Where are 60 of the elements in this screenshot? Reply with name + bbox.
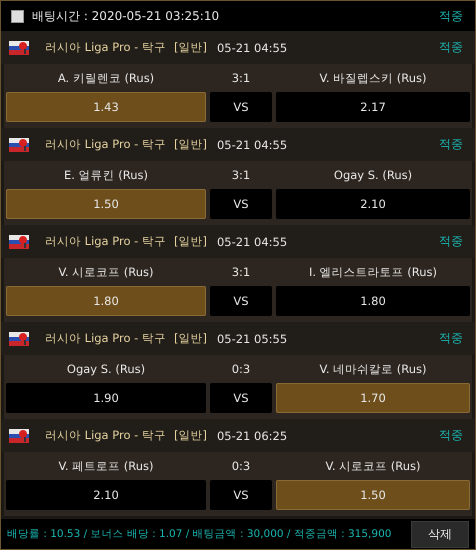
away-team: V. 네마쉬칼로 (Rus) bbox=[318, 362, 428, 376]
score: 0:3 bbox=[230, 362, 252, 376]
home-odds[interactable]: 1.50 bbox=[6, 189, 206, 219]
status-label: 적중 bbox=[439, 136, 463, 153]
league-name: 러시아 Liga Pro - 탁구 bbox=[45, 428, 166, 443]
home-odds[interactable]: 1.43 bbox=[6, 92, 206, 122]
vs-label: VS bbox=[210, 286, 272, 316]
flag-paddle-icon bbox=[9, 40, 29, 54]
away-team: V. 시로코프 (Rus) bbox=[324, 458, 422, 474]
bet-type: [일반] bbox=[174, 331, 207, 346]
score: 3:1 bbox=[230, 71, 252, 85]
away-odds[interactable]: 1.80 bbox=[276, 286, 470, 316]
status-label: 적중 bbox=[439, 330, 463, 347]
flag-paddle-icon bbox=[9, 138, 29, 152]
away-team: V. 바질렙스키 (Rus) bbox=[318, 70, 428, 86]
vs-label: VS bbox=[210, 383, 272, 413]
vs-label: VS bbox=[210, 480, 272, 510]
away-team: I. 엘리스트라토프 (Rus) bbox=[308, 264, 438, 280]
status-label: 적중 bbox=[439, 233, 463, 250]
league-name: 러시아 Liga Pro - 탁구 bbox=[45, 40, 166, 55]
status-label: 적중 bbox=[439, 39, 463, 56]
flag-paddle-icon bbox=[9, 428, 29, 442]
bet-type: [일반] bbox=[174, 234, 207, 249]
score: 0:3 bbox=[230, 459, 252, 473]
status-label: 적중 bbox=[439, 427, 463, 444]
home-odds[interactable]: 1.90 bbox=[6, 383, 206, 413]
bet-type: [일반] bbox=[174, 137, 207, 152]
match-time: 05-21 05:55 bbox=[216, 332, 288, 346]
away-odds[interactable]: 1.50 bbox=[276, 480, 470, 510]
checkbox[interactable] bbox=[11, 10, 24, 22]
home-team: V. 페트로프 (Rus) bbox=[57, 458, 155, 474]
home-team: A. 키릴렌코 (Rus) bbox=[56, 70, 156, 86]
bet-time-label: 배팅시간 : 2020-05-21 03:25:10 bbox=[32, 8, 220, 24]
bet-type: [일반] bbox=[174, 428, 207, 443]
league-name: 러시아 Liga Pro - 탁구 bbox=[45, 137, 166, 152]
away-team: Ogay S. (Rus) bbox=[332, 168, 414, 182]
home-team: E. 얼류킨 (Rus) bbox=[63, 168, 149, 182]
match-time: 05-21 06:25 bbox=[216, 428, 288, 442]
status-label: 적중 bbox=[439, 8, 463, 24]
match-time: 05-21 04:55 bbox=[216, 234, 288, 248]
home-team: V. 시로코프 (Rus) bbox=[57, 264, 155, 280]
away-odds[interactable]: 2.17 bbox=[276, 92, 470, 122]
match-time: 05-21 04:55 bbox=[216, 138, 288, 152]
delete-button[interactable]: 삭제 bbox=[411, 520, 469, 548]
away-odds[interactable]: 1.70 bbox=[276, 383, 470, 413]
league-name: 러시아 Liga Pro - 탁구 bbox=[45, 331, 166, 346]
vs-label: VS bbox=[210, 92, 272, 122]
bet-type: [일반] bbox=[174, 40, 207, 55]
flag-paddle-icon bbox=[9, 332, 29, 346]
flag-paddle-icon bbox=[9, 234, 29, 248]
bet-summary: 배당률 : 10.53 / 보너스 배당 : 1.07 / 배팅금액 : 30,000 / 적중금액 : 315,900 bbox=[7, 527, 392, 541]
match-time: 05-21 04:55 bbox=[216, 40, 288, 54]
score: 3:1 bbox=[230, 265, 252, 279]
home-odds[interactable]: 2.10 bbox=[6, 480, 206, 510]
score: 3:1 bbox=[230, 168, 252, 182]
home-odds[interactable]: 1.80 bbox=[6, 286, 206, 316]
home-team: Ogay S. (Rus) bbox=[66, 362, 146, 376]
away-odds[interactable]: 2.10 bbox=[276, 189, 470, 219]
vs-label: VS bbox=[210, 189, 272, 219]
league-name: 러시아 Liga Pro - 탁구 bbox=[45, 234, 166, 249]
